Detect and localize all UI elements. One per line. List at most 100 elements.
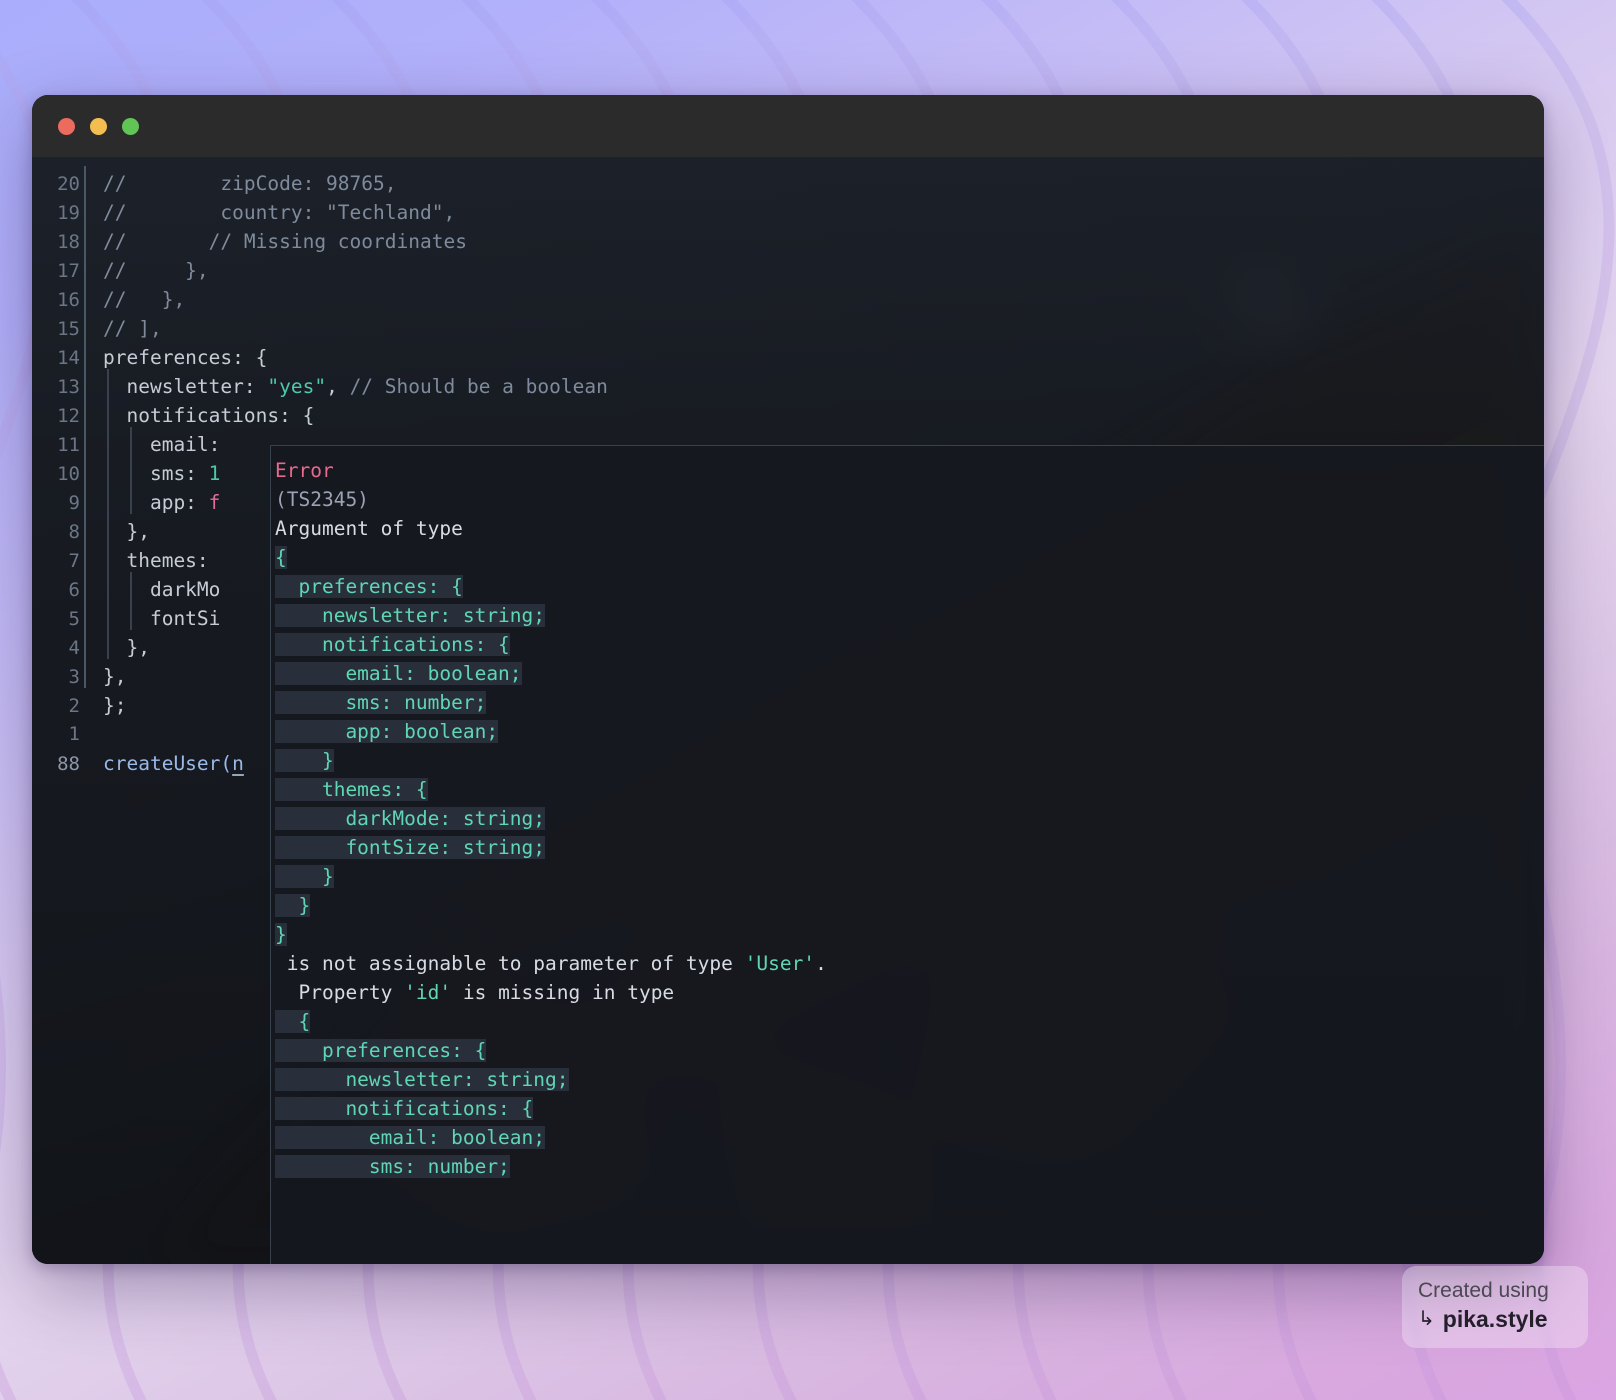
editor-pane[interactable]: 20// zipCode: 98765, 19// country: "Techl… (32, 157, 1544, 1264)
tooltip-token: preferences: { (275, 575, 463, 598)
code-token: , (326, 375, 350, 398)
tooltip-token: } (275, 923, 287, 946)
line-number: 19 (57, 202, 80, 224)
code-line[interactable]: 19 // country: "Techland", (32, 195, 1544, 227)
code-line-text: // }, (80, 253, 209, 285)
indent-guide (107, 456, 109, 485)
line-number: 8 (68, 521, 80, 543)
tooltip-line: Property 'id' is missing in type (275, 978, 1544, 1007)
close-window-button[interactable] (58, 117, 75, 135)
indent-guide (84, 340, 86, 369)
code-token: // }, (103, 288, 186, 311)
tooltip-line: darkMode: string; (275, 804, 1544, 833)
tooltip-line: notifications: { (275, 1094, 1544, 1123)
code-token: 1 (208, 462, 221, 485)
indent-guide (130, 601, 132, 630)
error-hover-tooltip: Error (TS2345) Argument of type { preferenc… (270, 445, 1544, 1264)
tooltip-line: preferences: { (275, 1036, 1544, 1065)
tooltip-line: Argument of type (275, 514, 1544, 543)
code-token: app: (103, 491, 209, 514)
line-number: 4 (68, 637, 80, 659)
tooltip-token: newsletter: string; (275, 1068, 569, 1091)
minimize-window-button[interactable] (90, 117, 107, 135)
watermark-top-label: Created using (1418, 1279, 1549, 1302)
code-line-text: app: f (80, 485, 220, 517)
code-line[interactable]: 17 // }, (32, 253, 1544, 285)
code-line[interactable]: 13 newsletter: "yes", // Should be a boo… (32, 369, 1544, 401)
code-line[interactable]: 20 // zipCode: 98765, (32, 166, 1544, 198)
code-line-text: preferences: { (80, 340, 267, 372)
tooltip-line: notifications: { (275, 630, 1544, 659)
code-line[interactable]: 12 notifications: { (32, 398, 1544, 430)
code-line-text: email: (80, 427, 221, 459)
tooltip-token: 'id' (404, 981, 452, 1004)
tooltip-line: app: boolean; (275, 717, 1544, 746)
indent-guide (107, 398, 109, 427)
tooltip-token: Argument of type (275, 517, 463, 540)
indent-guide (107, 630, 109, 659)
code-line-text: }, (80, 630, 150, 662)
line-number: 15 (57, 318, 80, 340)
tooltip-token: sms: number; (275, 1155, 510, 1178)
indent-guide (107, 485, 109, 514)
tooltip-token: { (275, 546, 287, 569)
indent-guide (107, 543, 109, 572)
tooltip-line: sms: number; (275, 1152, 1544, 1181)
indent-guide (107, 369, 109, 398)
indent-guide (84, 311, 86, 340)
line-number: 14 (57, 347, 80, 369)
code-token: "yes" (267, 375, 327, 398)
tooltip-token: themes: { (275, 778, 428, 801)
tooltip-line: email: boolean; (275, 659, 1544, 688)
tooltip-token: (TS2345) (275, 488, 369, 511)
tooltip-token: 'User' (744, 952, 816, 975)
tooltip-line: (TS2345) (275, 485, 1544, 514)
watermark-brand-label: pika.style (1442, 1306, 1548, 1332)
maximize-window-button[interactable] (122, 117, 139, 135)
code-line-text: themes: (80, 543, 221, 575)
code-token: }, (103, 665, 127, 688)
indent-guide (84, 282, 86, 311)
indent-guide (84, 485, 86, 514)
indent-guide (107, 572, 109, 601)
indent-guide (84, 224, 86, 253)
code-line[interactable]: 16 // }, (32, 282, 1544, 314)
code-line[interactable]: 14 preferences: { (32, 340, 1544, 372)
tooltip-token: E (275, 459, 287, 482)
code-token: // Should be a boolean (349, 375, 608, 398)
code-line-text: sms: 1 (80, 456, 221, 488)
tooltip-token: { (275, 1010, 311, 1033)
code-line-text: }; (80, 691, 126, 720)
tooltip-token: fontSize: string; (275, 836, 546, 859)
code-line-text: fontSi (80, 601, 220, 633)
line-number: 2 (68, 695, 80, 717)
tooltip-token: sms: number; (275, 691, 487, 714)
code-line-text: // zipCode: 98765, (80, 166, 397, 198)
tooltip-line: preferences: { (275, 572, 1544, 601)
tooltip-line: is not assignable to parameter of type '… (275, 949, 1544, 978)
pika-style-watermark[interactable]: Created using ↳ pika.style (1402, 1266, 1588, 1348)
tooltip-token: email: boolean; (275, 1126, 546, 1149)
tooltip-line: sms: number; (275, 688, 1544, 717)
indent-guide (84, 253, 86, 282)
code-token: themes: (103, 549, 221, 572)
line-number: 16 (57, 289, 80, 311)
code-line[interactable]: 15 // ], (32, 311, 1544, 343)
code-token: }; (103, 694, 127, 717)
code-line[interactable]: 18 // // Missing coordinates (32, 224, 1544, 256)
indent-guide (84, 543, 86, 572)
code-line-text: notifications: { (80, 398, 314, 430)
code-line-text: // country: "Techland", (80, 195, 455, 227)
line-number: 17 (57, 260, 80, 282)
indent-guide (84, 427, 86, 456)
code-token: }, (103, 636, 150, 659)
page-background: 20// zipCode: 98765, 19// country: "Techl… (0, 0, 1616, 1400)
tooltip-token: darkMode: string; (275, 807, 546, 830)
indent-guide (84, 195, 86, 224)
indent-guide (107, 514, 109, 543)
line-number: 13 (57, 376, 80, 398)
tooltip-token: notifications: { (275, 1097, 534, 1120)
line-number: 7 (68, 550, 80, 572)
code-token: email: (103, 433, 221, 456)
tooltip-line: themes: { (275, 775, 1544, 804)
